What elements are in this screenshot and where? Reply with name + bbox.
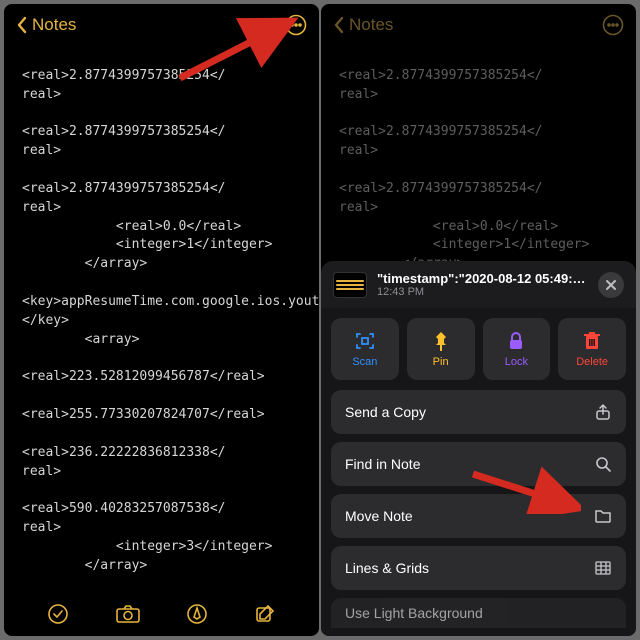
send-copy-label: Send a Copy xyxy=(345,404,426,420)
action-grid: Scan Pin Lock Delete xyxy=(321,308,636,390)
menu-list: Send a Copy Find in Note Move Note Lines… xyxy=(321,390,636,636)
sheet-title: "timestamp":"2020-08-12 05:49:52.0... xyxy=(377,271,588,286)
delete-button[interactable]: Delete xyxy=(558,318,626,380)
sheet-header: "timestamp":"2020-08-12 05:49:52.0... 12… xyxy=(321,261,636,308)
note-content[interactable]: <real>2.8774399757385254</ real> <real>2… xyxy=(4,46,319,592)
send-copy-row[interactable]: Send a Copy xyxy=(331,390,626,434)
folder-icon xyxy=(594,508,612,524)
checklist-button[interactable] xyxy=(47,603,69,625)
close-icon xyxy=(605,279,617,291)
nav-bar: Notes xyxy=(321,4,636,46)
close-button[interactable] xyxy=(598,272,624,298)
lines-grids-row[interactable]: Lines & Grids xyxy=(331,546,626,590)
scan-label: Scan xyxy=(352,356,377,368)
grid-icon xyxy=(594,560,612,576)
back-button[interactable]: Notes xyxy=(333,15,393,35)
trash-icon xyxy=(582,330,602,352)
camera-button[interactable] xyxy=(115,603,141,625)
find-label: Find in Note xyxy=(345,456,420,472)
pen-circle-icon xyxy=(186,603,208,625)
search-icon xyxy=(594,455,612,473)
scan-icon xyxy=(354,330,376,352)
lock-button[interactable]: Lock xyxy=(483,318,551,380)
back-label: Notes xyxy=(349,15,393,35)
back-button[interactable]: Notes xyxy=(16,15,76,35)
ellipsis-circle-icon xyxy=(285,14,307,36)
lines-label: Lines & Grids xyxy=(345,560,429,576)
markup-button[interactable] xyxy=(186,603,208,625)
move-label: Move Note xyxy=(345,508,413,524)
light-bg-label: Use Light Background xyxy=(345,605,483,621)
phone-right: Notes <real>2.8774399757385254</ real> <… xyxy=(321,4,636,636)
compose-icon xyxy=(254,603,276,625)
more-button[interactable] xyxy=(285,14,307,36)
back-label: Notes xyxy=(32,15,76,35)
find-in-note-row[interactable]: Find in Note xyxy=(331,442,626,486)
sheet-subtitle: 12:43 PM xyxy=(377,286,588,298)
more-button[interactable] xyxy=(602,14,624,36)
action-sheet: "timestamp":"2020-08-12 05:49:52.0... 12… xyxy=(321,261,636,636)
light-background-row[interactable]: Use Light Background xyxy=(331,598,626,628)
pin-icon xyxy=(431,330,451,352)
nav-bar: Notes xyxy=(4,4,319,46)
lock-icon xyxy=(506,330,526,352)
sheet-header-text: "timestamp":"2020-08-12 05:49:52.0... 12… xyxy=(377,271,588,298)
scan-button[interactable]: Scan xyxy=(331,318,399,380)
pin-button[interactable]: Pin xyxy=(407,318,475,380)
move-note-row[interactable]: Move Note xyxy=(331,494,626,538)
ellipsis-circle-icon xyxy=(602,14,624,36)
share-icon xyxy=(594,403,612,421)
chevron-left-icon xyxy=(16,16,28,34)
lock-label: Lock xyxy=(505,356,528,368)
compose-button[interactable] xyxy=(254,603,276,625)
checkmark-circle-icon xyxy=(47,603,69,625)
pin-label: Pin xyxy=(433,356,449,368)
chevron-left-icon xyxy=(333,16,345,34)
camera-icon xyxy=(115,603,141,625)
phone-left: Notes <real>2.8774399757385254</ real> <… xyxy=(4,4,319,636)
bottom-toolbar xyxy=(4,592,319,636)
delete-label: Delete xyxy=(576,356,608,368)
note-thumbnail-icon xyxy=(333,272,367,298)
